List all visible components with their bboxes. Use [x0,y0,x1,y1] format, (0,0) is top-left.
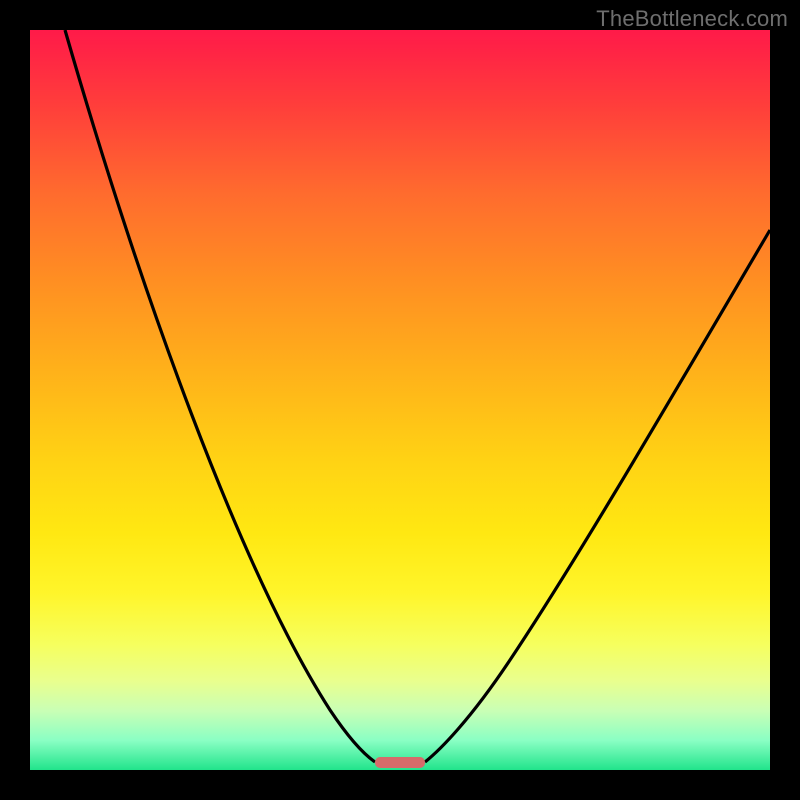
watermark-text: TheBottleneck.com [596,6,788,32]
chart-frame: TheBottleneck.com [0,0,800,800]
plot-area [30,30,770,770]
valley-marker [375,757,425,768]
curve-right [425,230,770,762]
curve-left [65,30,375,762]
bottleneck-curves [30,30,770,770]
